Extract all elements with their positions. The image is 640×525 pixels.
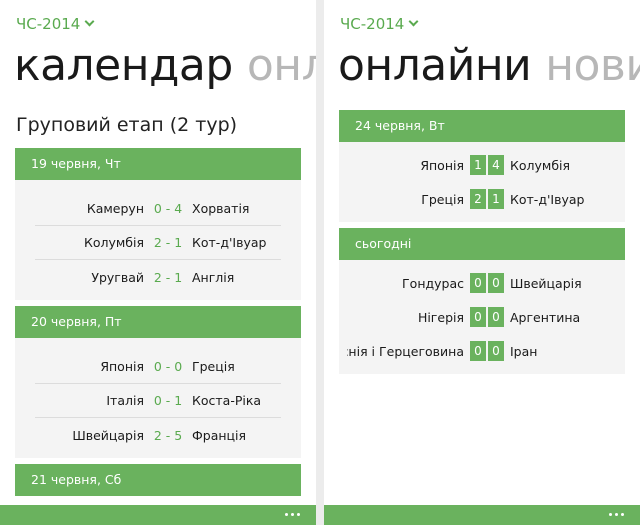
away-score: 0 xyxy=(488,273,504,293)
live-match-row[interactable]: Гондурас 00 Швейцарія xyxy=(347,266,617,300)
match-score: 2 - 5 xyxy=(153,427,183,443)
chevron-down-icon xyxy=(84,16,95,27)
away-team: Англія xyxy=(192,269,235,285)
away-team: Кот-д'Івуар xyxy=(510,191,585,207)
away-score: 0 xyxy=(488,307,504,327)
away-score: 4 xyxy=(488,155,504,175)
ellipsis-icon[interactable] xyxy=(285,513,300,516)
day-group: Гондурас 00 Швейцарія Нігерія 00 Аргенти… xyxy=(339,260,625,374)
home-team: Греція xyxy=(421,191,464,207)
pivot-item-news[interactable]: новини xyxy=(545,40,640,91)
match-row[interactable]: Японія 0 - 0 Греція xyxy=(35,350,281,384)
match-row[interactable]: Камерун 0 - 4 Хорватія xyxy=(35,192,281,226)
pivot-item-live[interactable]: онлайни xyxy=(338,40,532,91)
home-score: 2 xyxy=(470,189,486,209)
home-team: Камерун xyxy=(86,201,144,216)
away-team: Аргентина xyxy=(510,309,581,325)
live-match-row[interactable]: Греція 21 Кот-д'Івуар xyxy=(347,182,617,216)
home-team: Японія xyxy=(420,157,464,173)
pivot-header: календар онлайни xyxy=(14,40,316,92)
home-score: 1 xyxy=(470,155,486,175)
live-match-list: 24 червня, Вт Японія 14 Колумбія Греція … xyxy=(339,110,625,380)
ellipsis-icon[interactable] xyxy=(609,513,624,516)
away-team: Хорватія xyxy=(192,201,250,216)
home-score: 0 xyxy=(470,307,486,327)
app-title: ЧС-2014 xyxy=(340,15,405,33)
away-team: Іран xyxy=(510,343,538,359)
home-team: Гондурас xyxy=(402,275,464,291)
away-team: Франція xyxy=(192,427,247,443)
day-group: Японія 14 Колумбія Греція 21 Кот-д'Івуар xyxy=(339,142,625,222)
section-title: Груповий етап (2 тур) xyxy=(16,114,238,136)
home-score: 0 xyxy=(470,341,486,361)
day-header: 21 червня, Сб xyxy=(15,464,301,496)
day-header: 20 червня, Пт xyxy=(15,306,301,338)
day-header: 19 червня, Чт xyxy=(15,148,301,180)
calendar-screen: ЧС-2014 календар онлайни Груповий етап (2… xyxy=(0,0,316,525)
day-group: Камерун 0 - 4 Хорватія Колумбія 2 - 1 Ко… xyxy=(15,180,301,300)
match-score: 2 - 1 xyxy=(153,269,183,285)
pivot-header: онлайни новини xyxy=(338,40,640,92)
pivot-item-live[interactable]: онлайни xyxy=(247,40,316,91)
match-score: 0 - 0 xyxy=(153,359,183,374)
home-team: Колумбія xyxy=(83,235,144,250)
match-list: 19 червня, Чт Камерун 0 - 4 Хорватія Кол… xyxy=(15,148,301,496)
match-score: 2 - 1 xyxy=(153,235,183,250)
match-row[interactable]: Уругвай 2 - 1 Англія xyxy=(35,260,281,294)
app-title-selector[interactable]: ЧС-2014 xyxy=(16,15,95,33)
app-bar xyxy=(0,505,316,525)
away-team: Коста-Ріка xyxy=(192,393,262,408)
match-score: 0 - 1 xyxy=(153,393,183,408)
away-team: Швейцарія xyxy=(510,275,582,291)
live-match-row[interactable]: Боснія і Герцеговина 00 Іран xyxy=(347,334,617,368)
app-bar xyxy=(324,505,640,525)
home-team: Японія xyxy=(100,359,144,374)
away-score: 0 xyxy=(488,341,504,361)
home-score: 0 xyxy=(470,273,486,293)
match-score: 0 - 4 xyxy=(153,201,183,216)
pivot-item-calendar[interactable]: календар xyxy=(14,40,233,91)
live-match-row[interactable]: Нігерія 00 Аргентина xyxy=(347,300,617,334)
away-team: Колумбія xyxy=(510,157,571,173)
match-row[interactable]: Італія 0 - 1 Коста-Ріка xyxy=(35,384,281,418)
chevron-down-icon xyxy=(408,16,419,27)
day-header: 24 червня, Вт xyxy=(339,110,625,142)
away-team: Кот-д'Івуар xyxy=(192,235,267,250)
home-team: Швейцарія xyxy=(72,427,144,443)
day-group: Японія 0 - 0 Греція Італія 0 - 1 Коста-Р… xyxy=(15,338,301,458)
home-team: Нігерія xyxy=(417,309,464,325)
away-score: 1 xyxy=(488,189,504,209)
app-title: ЧС-2014 xyxy=(16,15,81,33)
day-header: сьогодні xyxy=(339,228,625,260)
match-row[interactable]: Колумбія 2 - 1 Кот-д'Івуар xyxy=(35,226,281,260)
home-team: Італія xyxy=(106,393,144,408)
home-team: Уругвай xyxy=(91,269,144,285)
away-team: Греція xyxy=(192,359,235,374)
live-match-row[interactable]: Японія 14 Колумбія xyxy=(347,148,617,182)
live-screen: ЧС-2014 онлайни новини 24 червня, Вт Япон… xyxy=(324,0,640,525)
app-title-selector[interactable]: ЧС-2014 xyxy=(340,15,419,33)
match-row[interactable]: Швейцарія 2 - 5 Франція xyxy=(35,418,281,452)
home-team: Боснія і Герцеговина xyxy=(347,343,464,359)
